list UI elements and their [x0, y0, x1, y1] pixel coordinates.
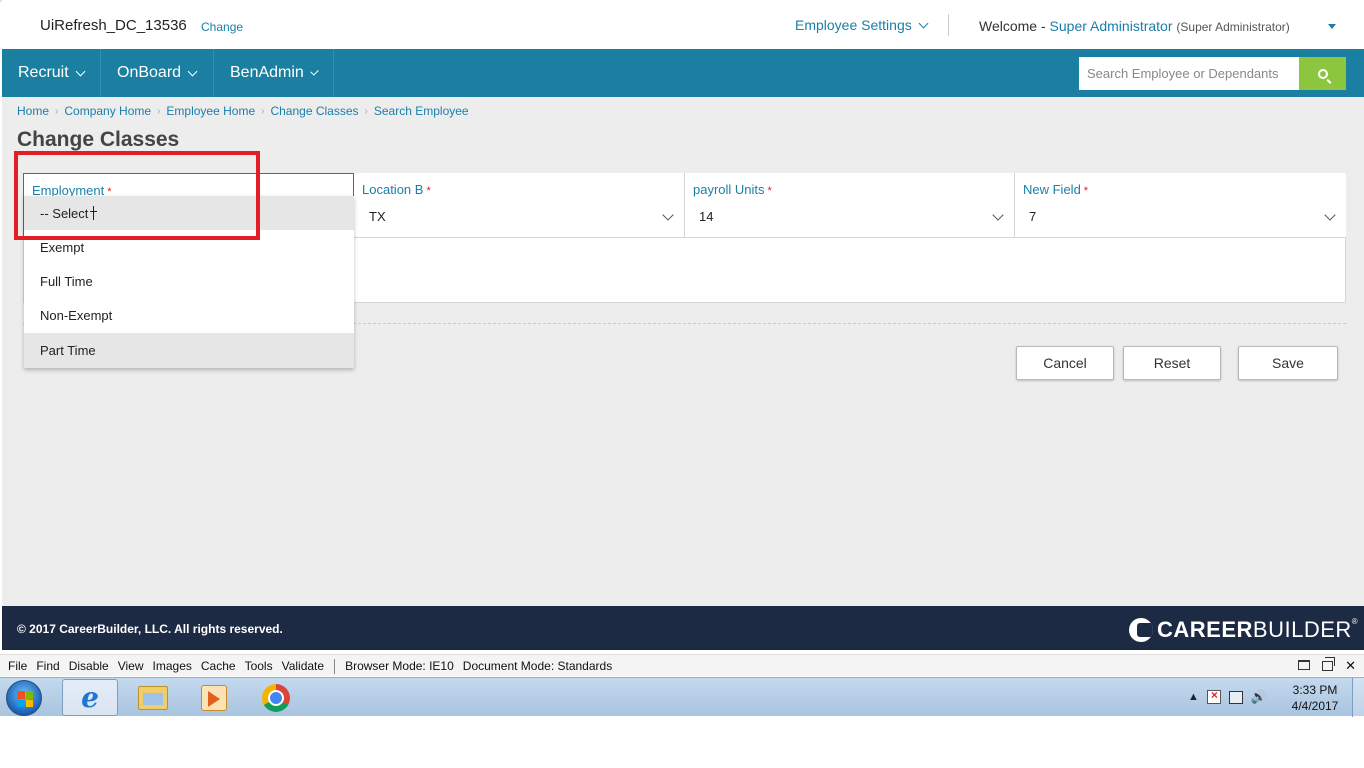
employment-dropdown-list: -- Select Exempt Full Time Non-Exempt Pa… — [24, 196, 354, 368]
breadcrumb-home[interactable]: Home — [17, 104, 49, 118]
required-marker: * — [426, 185, 431, 197]
breadcrumb-change-classes[interactable]: Change Classes — [270, 104, 358, 118]
app-window: UiRefresh_DC_13536 Change Employee Setti… — [2, 0, 1364, 650]
volume-icon[interactable]: 🔊 — [1251, 689, 1267, 705]
devbar-validate[interactable]: Validate — [282, 659, 324, 674]
nav-benadmin[interactable]: BenAdmin — [214, 49, 334, 97]
chevron-down-icon — [918, 18, 929, 28]
network-icon[interactable] — [1228, 690, 1243, 704]
employee-settings-menu[interactable]: Employee Settings — [795, 17, 929, 33]
breadcrumb-search-employee[interactable]: Search Employee — [374, 104, 469, 118]
required-marker: * — [767, 185, 772, 197]
welcome-text: Welcome - Super Administrator (Super Adm… — [979, 18, 1290, 34]
clock-date: 4/4/2017 — [1291, 699, 1339, 713]
location-b-select[interactable]: Location B * TX — [354, 173, 685, 238]
required-marker: * — [1083, 185, 1089, 197]
chevron-down-icon — [662, 209, 674, 221]
nav-recruit-label: Recruit — [18, 64, 69, 81]
option-select[interactable]: -- Select — [24, 196, 354, 230]
internet-explorer-icon[interactable]: e — [62, 679, 118, 716]
system-clock[interactable]: 3:33 PM 4/4/2017 — [1282, 682, 1348, 714]
document-mode[interactable]: Document Mode: Standards — [463, 659, 612, 674]
devbar-divider — [334, 659, 336, 674]
breadcrumb-separator-icon: › — [55, 105, 59, 117]
new-field-select[interactable]: New Field * 7 — [1015, 173, 1346, 238]
devbar-disable[interactable]: Disable — [69, 659, 109, 674]
show-desktop-button[interactable] — [1352, 678, 1364, 717]
main-nav: Recruit OnBoard BenAdmin — [2, 49, 1364, 97]
user-menu-caret-icon[interactable] — [1328, 24, 1336, 29]
employee-search-input[interactable] — [1079, 57, 1299, 90]
payroll-units-label: payroll Units * — [693, 182, 772, 197]
copyright-text: © 2017 CareerBuilder, LLC. All rights re… — [17, 622, 283, 636]
chevron-down-icon — [75, 66, 86, 76]
site-name: UiRefresh_DC_13536 — [40, 17, 187, 34]
breadcrumb: Home › Company Home › Employee Home › Ch… — [17, 104, 469, 118]
devbar-find[interactable]: Find — [36, 659, 59, 674]
chevron-down-icon — [1324, 209, 1336, 221]
text-cursor-icon — [90, 206, 98, 220]
nav-onboard[interactable]: OnBoard — [101, 49, 214, 97]
option-exempt[interactable]: Exempt — [24, 230, 354, 264]
show-hidden-icons-icon[interactable]: ▲ — [1188, 691, 1199, 703]
careerbuilder-logo: CAREERBUILDER® — [1129, 617, 1358, 643]
employee-settings-label: Employee Settings — [795, 17, 912, 33]
start-orb-icon[interactable] — [6, 680, 42, 716]
location-b-label: Location B * — [362, 182, 431, 197]
location-b-value: TX — [369, 209, 386, 224]
option-part-time[interactable]: Part Time — [24, 333, 354, 368]
careerbuilder-logo-icon — [1129, 618, 1153, 642]
chevron-down-icon — [187, 66, 198, 76]
change-site-link[interactable]: Change — [201, 20, 243, 34]
devbar-file[interactable]: File — [8, 659, 27, 674]
breadcrumb-separator-icon: › — [364, 105, 368, 117]
user-name-link[interactable]: Super Administrator — [1050, 18, 1173, 34]
header-divider — [948, 14, 949, 36]
new-field-value: 7 — [1029, 209, 1037, 224]
breadcrumb-separator-icon: › — [261, 105, 265, 117]
search-icon — [1317, 68, 1328, 79]
payroll-units-value: 14 — [699, 209, 714, 224]
top-header: UiRefresh_DC_13536 Change Employee Setti… — [2, 0, 1364, 49]
file-explorer-icon[interactable] — [125, 679, 181, 716]
action-center-icon[interactable] — [1206, 688, 1221, 704]
browser-mode[interactable]: Browser Mode: IE10 — [345, 659, 454, 674]
restore-icon[interactable] — [1322, 657, 1336, 671]
chevron-down-icon — [310, 66, 319, 76]
new-field-label: New Field * — [1023, 182, 1089, 197]
option-non-exempt[interactable]: Non-Exempt — [24, 298, 354, 332]
minimize-icon[interactable] — [1298, 660, 1311, 670]
page-title: Change Classes — [17, 128, 180, 151]
devbar-view[interactable]: View — [118, 659, 144, 674]
nav-benadmin-label: BenAdmin — [230, 64, 304, 81]
close-icon[interactable]: ✕ — [1345, 658, 1356, 674]
reset-button[interactable]: Reset — [1123, 346, 1221, 380]
search-button[interactable] — [1299, 57, 1346, 90]
devbar-cache[interactable]: Cache — [201, 659, 236, 674]
breadcrumb-company-home[interactable]: Company Home — [64, 104, 151, 118]
nav-recruit[interactable]: Recruit — [2, 49, 101, 97]
save-button[interactable]: Save — [1238, 346, 1338, 380]
ie-developer-toolbar: File Find Disable View Images Cache Tool… — [0, 654, 1364, 676]
welcome-prefix: Welcome - — [979, 18, 1046, 34]
nav-onboard-label: OnBoard — [117, 64, 182, 81]
devbar-images[interactable]: Images — [153, 659, 192, 674]
option-full-time[interactable]: Full Time — [24, 264, 354, 298]
breadcrumb-separator-icon: › — [157, 105, 161, 117]
system-tray: ▲ 🔊 — [1188, 688, 1267, 705]
clock-time: 3:33 PM — [1292, 683, 1338, 697]
logo-text: CAREERBUILDER® — [1157, 617, 1359, 642]
breadcrumb-employee-home[interactable]: Employee Home — [166, 104, 255, 118]
user-role: (Super Administrator) — [1176, 20, 1290, 34]
chrome-icon[interactable] — [248, 679, 304, 716]
media-player-icon[interactable] — [186, 679, 242, 716]
devbar-tools[interactable]: Tools — [245, 659, 273, 674]
windows-taskbar: e ▲ 🔊 3:33 PM 4/4/2017 — [0, 677, 1364, 717]
chevron-down-icon — [992, 209, 1004, 221]
page-footer: © 2017 CareerBuilder, LLC. All rights re… — [2, 606, 1364, 650]
payroll-units-select[interactable]: payroll Units * 14 — [685, 173, 1015, 238]
cancel-button[interactable]: Cancel — [1016, 346, 1114, 380]
